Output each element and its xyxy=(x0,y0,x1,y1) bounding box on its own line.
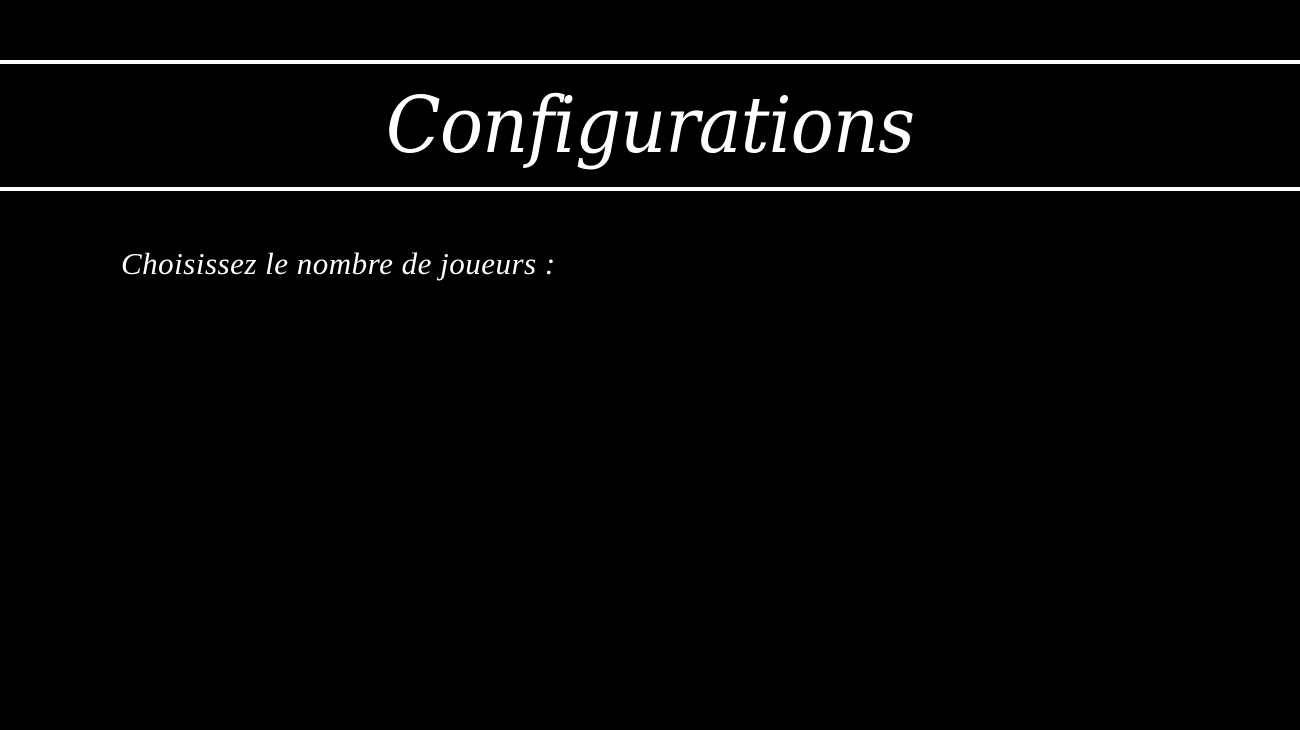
configuration-screen: Configurations Choisissez le nombre de j… xyxy=(0,0,1300,730)
header-bottom-divider xyxy=(0,187,1300,191)
page-title: Configurations xyxy=(385,80,915,171)
player-count-prompt: Choisissez le nombre de joueurs : xyxy=(121,246,556,281)
